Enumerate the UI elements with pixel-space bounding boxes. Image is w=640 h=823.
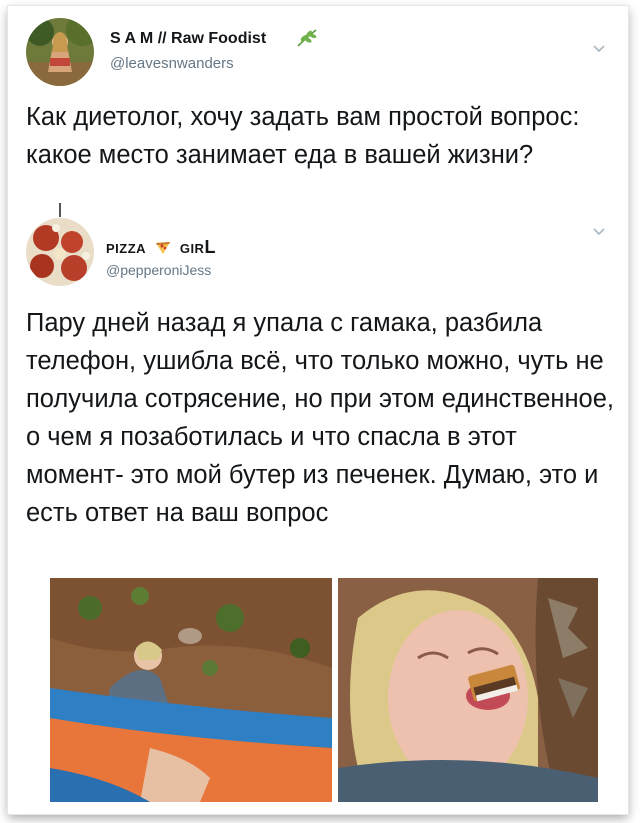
attached-photo-closeup[interactable] (338, 578, 598, 802)
author-name[interactable]: S A M // Raw Foodist (110, 30, 266, 48)
chevron-down-icon[interactable] (590, 222, 608, 240)
tweet-text: Как диетолог, хочу задать вам простой во… (26, 103, 580, 169)
avatar[interactable] (26, 218, 94, 286)
attached-photo-hammock[interactable] (50, 578, 332, 802)
author-name-part2: GIR (179, 241, 205, 256)
chevron-down-icon[interactable] (590, 39, 608, 57)
tweet-text: Пару дней назад я упала с гамака, разбил… (26, 309, 615, 527)
author-handle[interactable]: @pepperoniJess (106, 262, 211, 278)
pizza-icon (155, 241, 171, 255)
author-name-part1: PIZZA (106, 241, 146, 256)
leaf-icon (296, 28, 318, 48)
author-name-part3: L (204, 237, 216, 257)
avatar[interactable] (26, 18, 94, 86)
author-name[interactable]: PIZZA GIRL (106, 237, 216, 258)
tweet-original: S A M // Raw Foodist @leavesnwanders Как… (8, 6, 628, 216)
author-handle[interactable]: @leavesnwanders (110, 55, 234, 72)
tweet-reply: PIZZA GIRL @pepperoniJess Пару дней наза… (8, 212, 628, 814)
screenshot-frame: S A M // Raw Foodist @leavesnwanders Как… (8, 6, 628, 814)
